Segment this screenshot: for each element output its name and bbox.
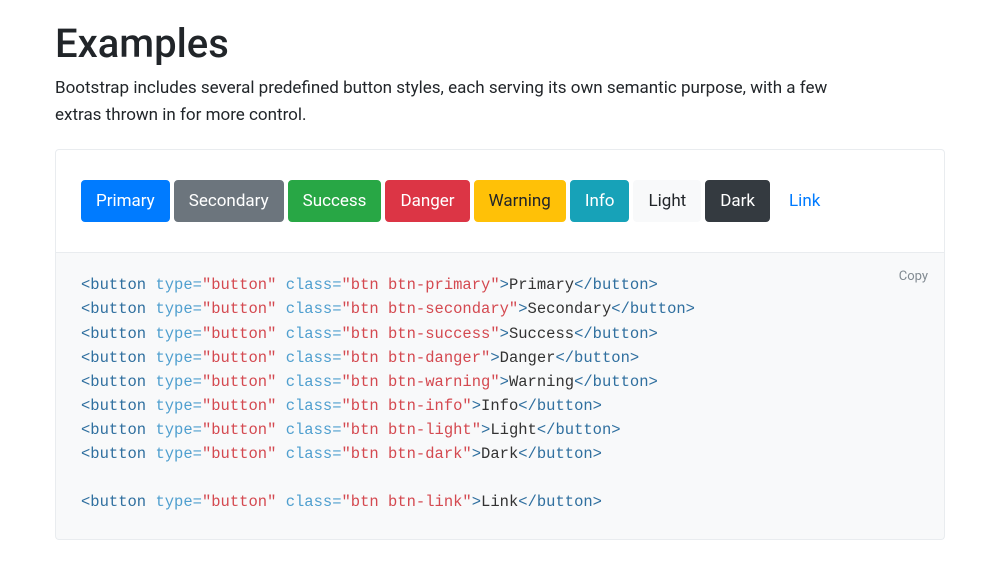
light-button[interactable]: Light — [633, 180, 701, 222]
warning-button[interactable]: Warning — [474, 180, 566, 222]
primary-button[interactable]: Primary — [81, 180, 170, 222]
dark-button[interactable]: Dark — [705, 180, 770, 222]
example-box: PrimarySecondarySuccessDangerWarningInfo… — [55, 149, 945, 253]
link-button[interactable]: Link — [774, 180, 835, 222]
page-heading: Examples — [55, 20, 945, 67]
copy-button[interactable]: Copy — [899, 267, 928, 287]
code-box: Copy<button type="button" class="btn btn… — [55, 253, 945, 539]
page-subtitle: Bootstrap includes several predefined bu… — [55, 75, 855, 129]
success-button[interactable]: Success — [288, 180, 382, 222]
secondary-button[interactable]: Secondary — [174, 180, 284, 222]
info-button[interactable]: Info — [570, 180, 630, 222]
danger-button[interactable]: Danger — [385, 180, 469, 222]
